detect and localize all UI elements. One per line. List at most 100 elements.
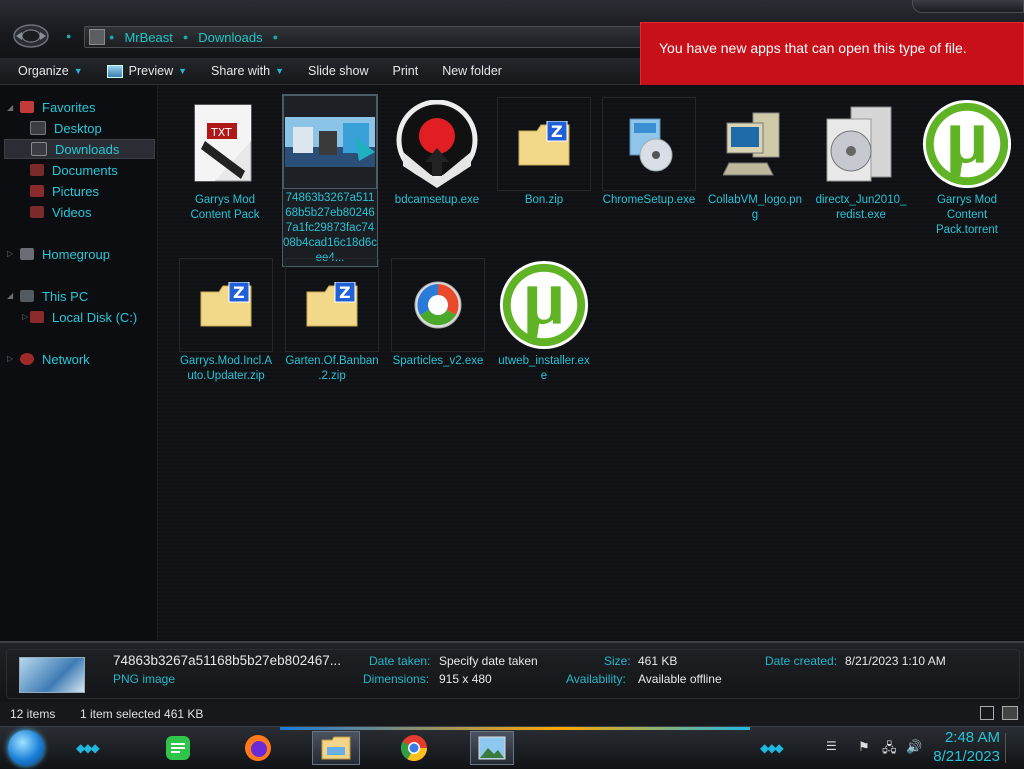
expand-arrow-icon[interactable]: ◢ (7, 291, 13, 300)
svg-text:Z: Z (551, 122, 563, 141)
nav-desktop[interactable]: Desktop (30, 118, 102, 138)
show-desktop-button[interactable] (1005, 733, 1020, 763)
file-item[interactable]: TXT Garrys Mod Content Pack (178, 97, 272, 223)
nav-documents[interactable]: Documents (30, 160, 118, 180)
utorrent-icon (497, 258, 591, 352)
organize-label: Organize (18, 64, 69, 78)
notes-app-icon (166, 736, 190, 760)
address-bar[interactable]: ● MrBeast ● Downloads ● (84, 26, 646, 48)
expand-arrow-icon[interactable]: ◢ (7, 103, 13, 112)
utorrent-icon (920, 97, 1014, 191)
file-item[interactable]: bdcamsetup.exe (390, 97, 484, 208)
file-item[interactable]: Sparticles_v2.exe (391, 258, 485, 369)
slide-show-button[interactable]: Slide show (296, 58, 380, 84)
organize-button[interactable]: Organize ▼ (0, 58, 95, 84)
file-name: Bon.zip (524, 194, 564, 206)
nav-downloads-label: Downloads (55, 141, 120, 157)
details-filename: 74863b3267a51168b5b27eb802467... (113, 653, 341, 668)
file-item[interactable]: Garrys Mod Content Pack.torrent (920, 97, 1014, 238)
recent-locations-dot[interactable]: ● (66, 31, 71, 41)
date-taken-value[interactable]: Specify date taken (439, 654, 538, 668)
image-thumbnail (283, 95, 377, 189)
nav-desktop-label: Desktop (54, 120, 102, 136)
availability-label: Availability: (566, 672, 626, 686)
menu-lines-icon[interactable]: ☰ (826, 739, 837, 753)
nav-network-label: Network (42, 351, 90, 367)
share-with-button[interactable]: Share with ▼ (199, 58, 296, 84)
details-view-icon[interactable] (980, 706, 994, 720)
file-name: Garrys Mod Content Pack.torrent (936, 194, 998, 236)
breadcrumb-downloads[interactable]: Downloads (198, 30, 262, 45)
nav-this-pc-label: This PC (42, 288, 89, 304)
file-item[interactable]: Z Garten.Of.Banban.2.zip (285, 258, 379, 384)
network-tray-icon[interactable]: 🖧 (882, 739, 897, 761)
breadcrumb-mrbeast[interactable]: MrBeast (124, 30, 172, 45)
nav-homegroup[interactable]: Homegroup (20, 244, 110, 264)
file-item[interactable]: utweb_installer.exe (497, 258, 591, 384)
action-center-flag-icon[interactable]: ⚑ (858, 739, 870, 755)
file-item[interactable]: directx_Jun2010_redist.exe (814, 97, 908, 223)
zip-folder-icon: Z (497, 97, 591, 191)
date-created-label: Date created: (765, 654, 838, 668)
setup-cd-icon (602, 97, 696, 191)
taskbar-app-file-explorer[interactable] (312, 731, 360, 765)
nav-local-disk[interactable]: Local Disk (C:) (30, 307, 137, 327)
window-controls-deco[interactable] (912, 0, 1024, 13)
chevron-deco-icon: ◆◆◆ (76, 741, 100, 755)
nav-network[interactable]: Network (20, 349, 90, 369)
nav-videos-label: Videos (52, 204, 92, 220)
svg-text:Z: Z (339, 283, 351, 302)
breadcrumb-separator-icon[interactable]: ● (109, 32, 114, 42)
installer-box-icon (814, 97, 908, 191)
chevron-down-icon: ▼ (178, 66, 188, 76)
file-list[interactable]: TXT Garrys Mod Content Pack 74863b3267a5… (158, 85, 1024, 640)
file-name: Sparticles_v2.exe (392, 355, 484, 367)
nav-downloads[interactable]: Downloads (4, 139, 155, 159)
hard-drive-icon (30, 311, 44, 323)
file-name: Garrys Mod Content Pack (190, 194, 260, 221)
breadcrumb-separator-icon[interactable]: ● (183, 32, 188, 42)
file-item-selected[interactable]: 74863b3267a51168b5b27eb802467a1fc29873fa… (282, 94, 378, 267)
nav-this-pc[interactable]: This PC (20, 286, 88, 306)
start-button[interactable] (8, 730, 44, 766)
new-folder-button[interactable]: New folder (430, 58, 514, 84)
preview-button[interactable]: Preview ▼ (95, 58, 199, 84)
svg-text:TXT: TXT (210, 126, 232, 139)
expand-arrow-icon[interactable]: ▷ (22, 312, 28, 321)
taskbar-app-firefox[interactable] (238, 731, 278, 765)
large-icons-view-icon[interactable] (1002, 706, 1018, 720)
preview-label: Preview (128, 64, 174, 78)
documents-icon (30, 164, 44, 176)
zip-folder-icon: Z (285, 258, 379, 352)
nav-favorites[interactable]: Favorites (20, 97, 95, 117)
nav-pictures-label: Pictures (52, 183, 99, 199)
sparticles-icon (391, 258, 485, 352)
file-item[interactable]: Z Bon.zip (497, 97, 591, 208)
file-item[interactable]: CollabVM_logo.png (708, 97, 802, 223)
homegroup-icon (20, 248, 34, 260)
txt-game-icon: TXT (178, 97, 272, 191)
file-item[interactable]: ChromeSetup.exe (602, 97, 696, 208)
chevron-deco-icon: ◆◆◆ (760, 741, 784, 755)
file-name: Garrys.Mod.Incl.Auto.Updater.zip (179, 355, 273, 382)
details-type: PNG image (113, 672, 176, 686)
chrome-icon (400, 735, 428, 762)
file-item[interactable]: Z Garrys.Mod.Incl.Auto.Updater.zip (179, 258, 273, 384)
details-pane: 74863b3267a51168b5b27eb802467... PNG ima… (0, 641, 1024, 704)
taskbar-app-photos[interactable] (470, 731, 514, 765)
computer-icon (20, 290, 34, 302)
availability-value: Available offline (638, 672, 722, 686)
nav-pictures[interactable]: Pictures (30, 181, 99, 201)
taskbar-app-chrome[interactable] (394, 731, 434, 765)
volume-icon[interactable]: 🔊 (906, 739, 922, 755)
clock-time: 2:48 AM (944, 729, 1000, 746)
taskbar-app-notes[interactable] (158, 731, 198, 765)
taskbar-clock[interactable]: 2:48 AM 8/21/2023 (933, 728, 1000, 766)
expand-arrow-icon[interactable]: ▷ (7, 354, 13, 363)
date-taken-label: Date taken: (369, 654, 431, 668)
back-forward-button[interactable] (12, 22, 50, 50)
expand-arrow-icon[interactable]: ▷ (7, 249, 13, 258)
breadcrumb-separator-icon[interactable]: ● (273, 32, 278, 42)
nav-videos[interactable]: Videos (30, 202, 92, 222)
print-button[interactable]: Print (380, 58, 430, 84)
